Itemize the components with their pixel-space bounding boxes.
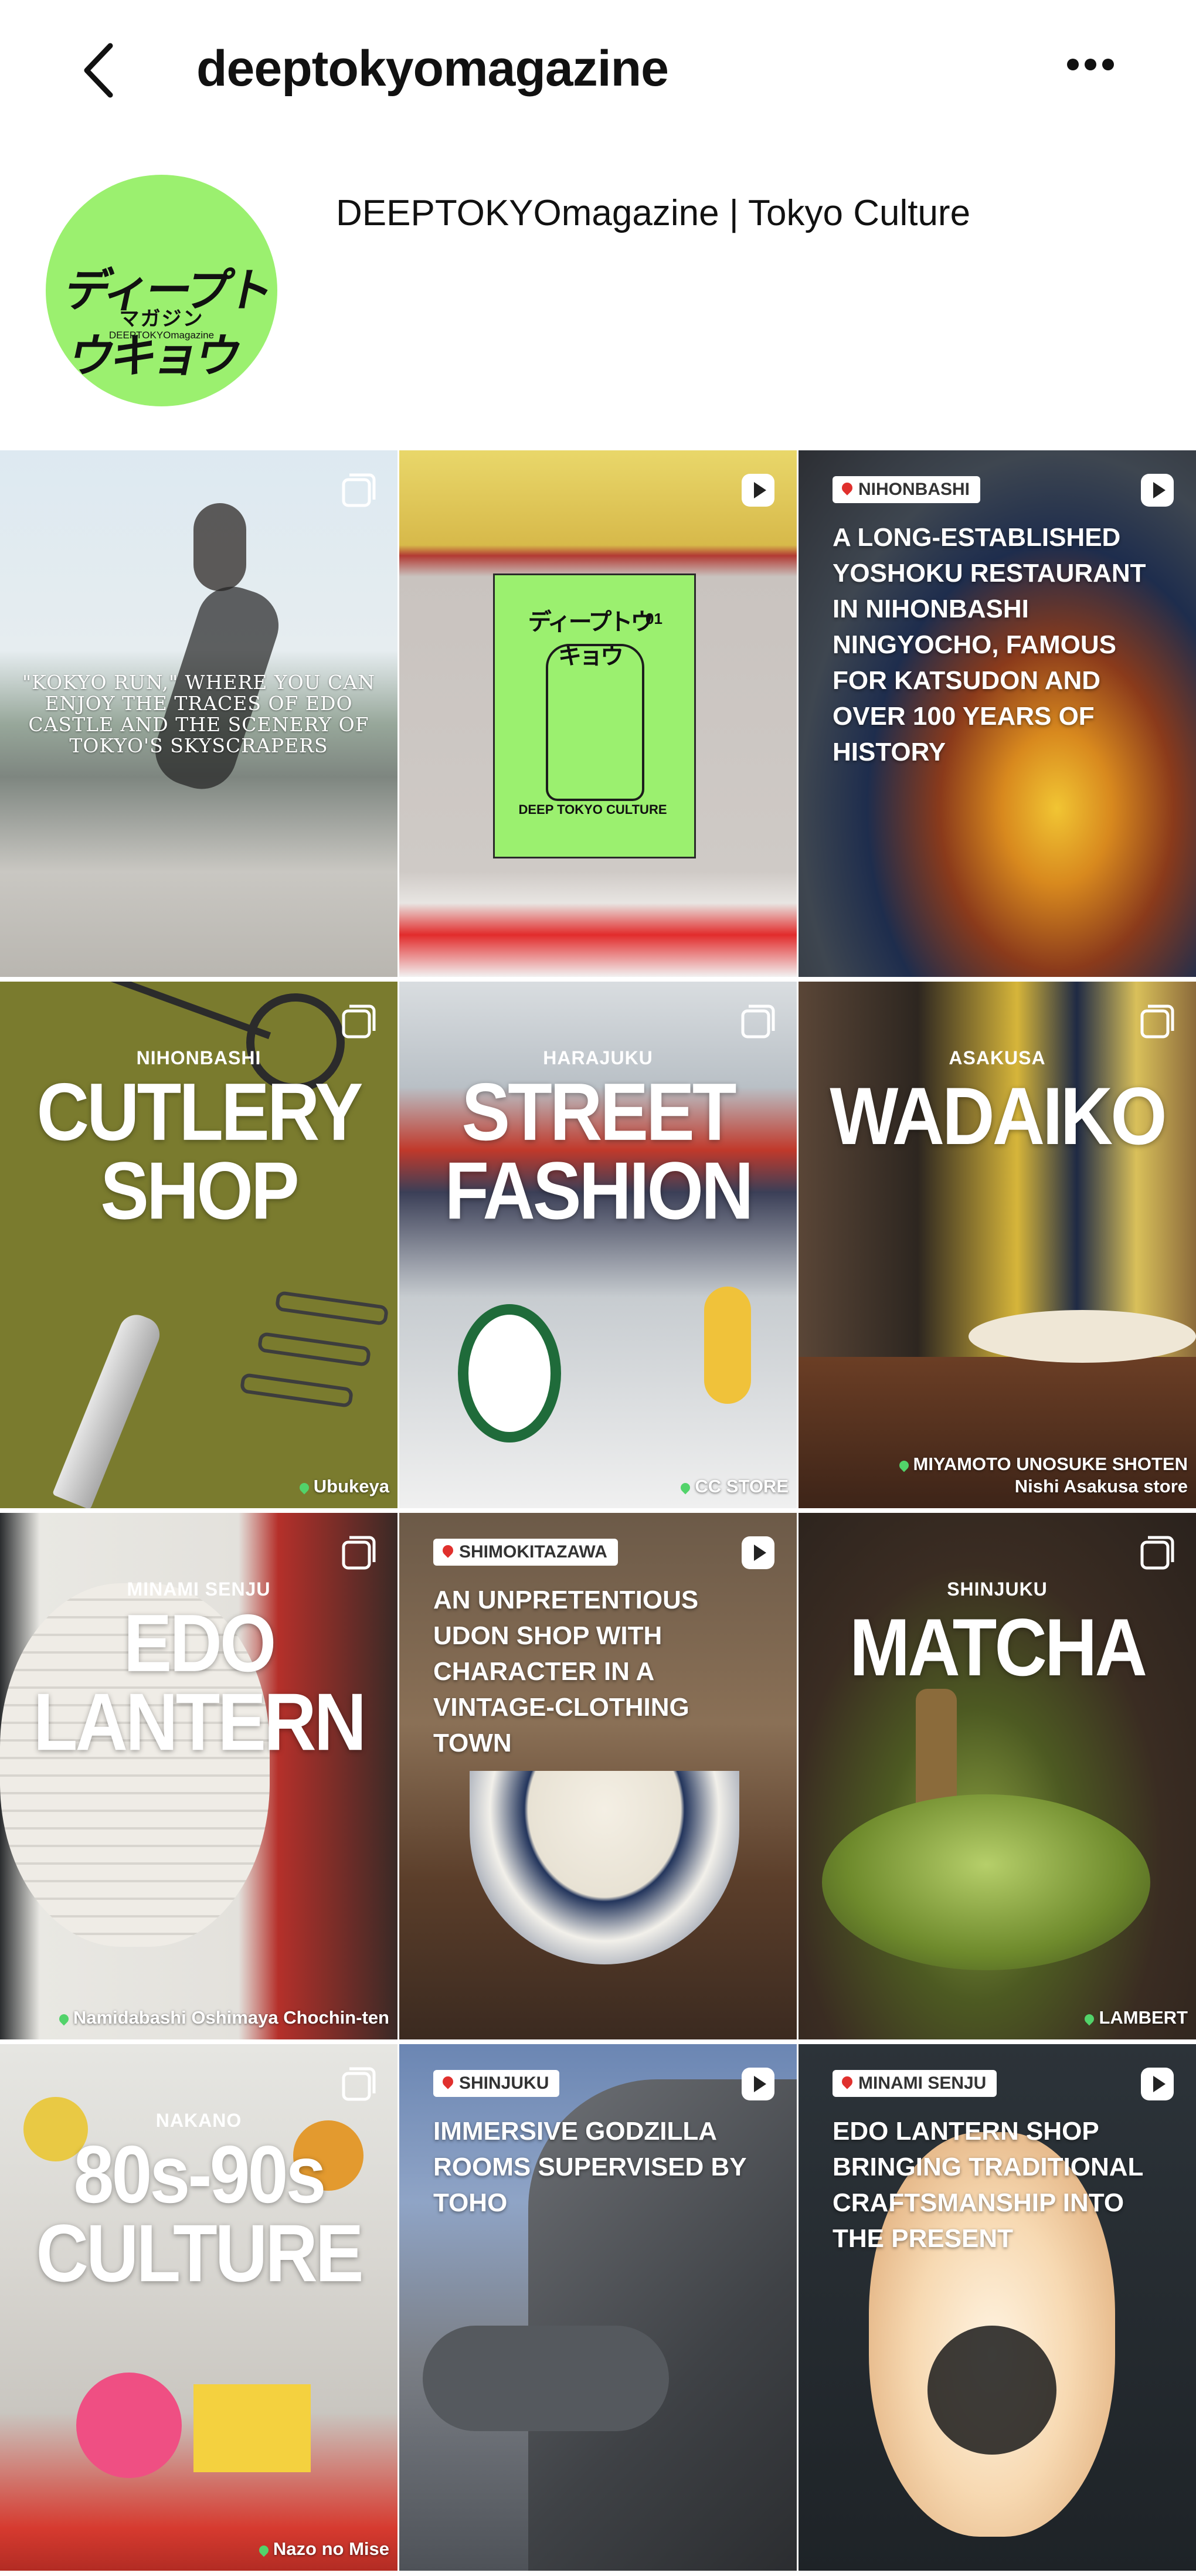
avatar-logo-small: DEEPTOKYOmagazine (108, 330, 215, 341)
location-label: HARAJUKU (543, 1047, 653, 1068)
place-credit: LAMBERT (1083, 2007, 1188, 2029)
carousel-icon (342, 473, 376, 507)
post-title: CUTLERY SHOP (36, 1067, 363, 1237)
map-pin-icon (1083, 2012, 1096, 2026)
chevron-left-icon[interactable] (82, 41, 117, 100)
more-horizontal-icon[interactable] (1067, 59, 1114, 76)
post-tile[interactable]: HARAJUKU STREET FASHION CC STORE (399, 982, 797, 1508)
location-tag: MINAMI SENJU (833, 2070, 997, 2097)
post-caption: A LONG-ESTABLISHED YOSHOKU RESTAURANT IN… (833, 523, 1146, 766)
reel-icon (1141, 2068, 1174, 2100)
post-title: 80s-90s CULTURE (36, 2129, 363, 2299)
carousel-icon (342, 1004, 376, 1038)
location-label: MINAMI SENJU (127, 1579, 271, 1600)
avatar-logo-subtext: マガジン (119, 308, 204, 330)
carousel-icon (741, 1004, 775, 1038)
map-pin-icon (440, 1543, 456, 1558)
carousel-icon (1140, 1536, 1174, 1570)
post-tile[interactable]: MINAMI SENJU EDO LANTERN Namidabashi Osh… (0, 1513, 397, 2039)
location-tag: SHINJUKU (433, 2070, 560, 2097)
location-label: NIHONBASHI (136, 1047, 261, 1068)
post-caption: EDO LANTERN SHOP BRINGING TRADITIONAL CR… (833, 2117, 1143, 2253)
top-bar: deeptokyomagazine (0, 0, 1196, 135)
place-credit: Nazo no Mise (257, 2538, 389, 2560)
location-tag: NIHONBASHI (833, 476, 981, 503)
map-pin-icon (440, 2074, 456, 2089)
place-credit: CC STORE (679, 1475, 789, 1498)
reel-icon (742, 2068, 774, 2100)
map-pin-icon (840, 480, 855, 495)
map-pin-icon (257, 2543, 271, 2557)
magazine-title: DEEP TOKYO CULTURE (518, 802, 667, 817)
place-credit: Ubukeya (297, 1475, 389, 1498)
carousel-icon (342, 1536, 376, 1570)
carousel-icon (342, 2067, 376, 2101)
map-pin-icon (57, 2012, 71, 2026)
post-tile[interactable]: "KOKYO RUN," WHERE YOU CAN ENJOY THE TRA… (0, 450, 397, 977)
reel-icon (742, 474, 774, 507)
location-tag: SHIMOKITAZAWA (433, 1539, 618, 1566)
post-caption: "KOKYO RUN," WHERE YOU CAN ENJOY THE TRA… (22, 671, 375, 757)
profile-name: DEEPTOKYOmagazine | Tokyo Culture (336, 193, 971, 233)
post-title: EDO LANTERN (33, 1598, 366, 1768)
reel-icon (1141, 474, 1174, 507)
post-tile[interactable]: SHIMOKITAZAWA AN UNPRETENTIOUS UDON SHOP… (399, 1513, 797, 2039)
location-label: SHINJUKU (947, 1579, 1048, 1600)
post-tile[interactable]: SHINJUKU MATCHA LAMBERT (799, 1513, 1196, 2039)
location-label: NAKANO (155, 2110, 242, 2131)
post-tile[interactable]: ディープトウキョウ 01 DEEP TOKYO CULTURE (399, 450, 797, 977)
map-pin-icon (897, 1458, 910, 1472)
post-title: STREET FASHION (444, 1067, 753, 1237)
post-tile[interactable]: NIHONBASHI A LONG-ESTABLISHED YOSHOKU RE… (799, 450, 1196, 977)
post-tile[interactable]: MINAMI SENJU EDO LANTERN SHOP BRINGING T… (799, 2044, 1196, 2571)
place-credit: Namidabashi Oshimaya Chochin-ten (57, 2007, 389, 2029)
map-pin-icon (297, 1481, 311, 1495)
magazine-logo: ディープトウキョウ (528, 609, 654, 669)
place-credit: MIYAMOTO UNOSUKE SHOTEN Nishi Asakusa sto… (897, 1453, 1188, 1498)
post-tile[interactable]: NIHONBASHI CUTLERY SHOP Ubukeya (0, 982, 397, 1508)
post-title: MATCHA (849, 1602, 1147, 1693)
profile-handle: deeptokyomagazine (196, 40, 669, 97)
carousel-icon (1140, 1004, 1174, 1038)
map-pin-icon (840, 2074, 855, 2089)
post-caption: IMMERSIVE GODZILLA ROOMS SUPERVISED BY T… (433, 2117, 746, 2217)
location-label: ASAKUSA (949, 1047, 1046, 1068)
avatar[interactable]: ディープトウキョウ マガジン DEEPTOKYOmagazine (46, 175, 277, 406)
post-tile[interactable]: ASAKUSA WADAIKO MIYAMOTO UNOSUKE SHOTEN N… (799, 982, 1196, 1508)
magazine-issue: 01 (645, 610, 662, 627)
posts-grid: "KOKYO RUN," WHERE YOU CAN ENJOY THE TRA… (0, 450, 1196, 2576)
post-title: WADAIKO (830, 1071, 1167, 1162)
post-caption: AN UNPRETENTIOUS UDON SHOP WITH CHARACTE… (433, 1586, 699, 1757)
map-pin-icon (679, 1481, 692, 1495)
post-tile[interactable]: NAKANO 80s-90s CULTURE Nazo no Mise (0, 2044, 397, 2571)
post-tile[interactable]: SHINJUKU IMMERSIVE GODZILLA ROOMS SUPERV… (399, 2044, 797, 2571)
reel-icon (742, 1536, 774, 1569)
